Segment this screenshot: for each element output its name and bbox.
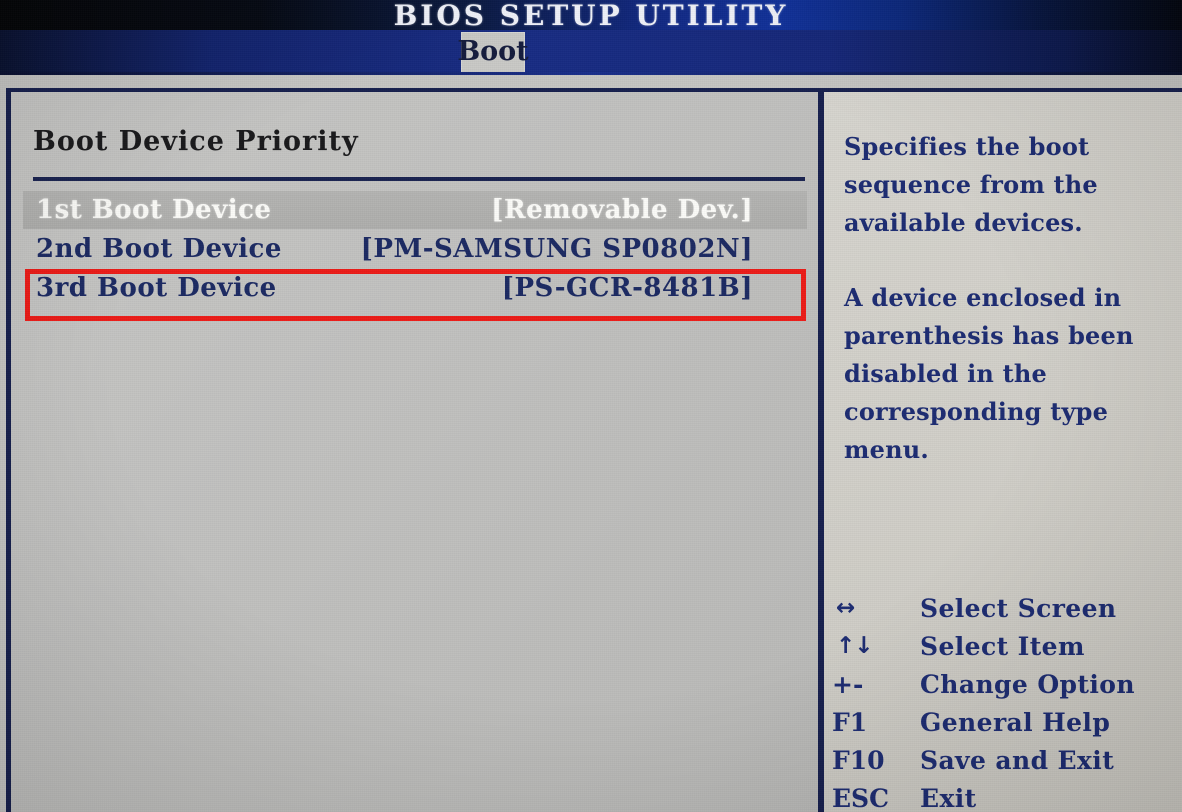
legend-item-general-help: F1 General Help: [824, 703, 1182, 741]
f1-key-label: F1: [832, 707, 868, 737]
left-right-arrow-icon: ↔: [836, 595, 855, 621]
boot-row-3rd-value[interactable]: [PS-GCR-8481B]: [502, 273, 753, 303]
f10-key-label: F10: [832, 745, 885, 775]
boot-row-3rd[interactable]: 3rd Boot Device [PS-GCR-8481B]: [23, 269, 807, 307]
help-panel: Specifies the boot sequence from the ava…: [824, 88, 1182, 812]
key-legend: ↔ Select Screen ↑↓ Select Item +- Change…: [824, 589, 1182, 812]
legend-label-exit: Exit: [920, 783, 977, 812]
legend-item-exit: ESC Exit: [824, 779, 1182, 812]
boot-row-3rd-label: 3rd Boot Device: [36, 273, 277, 303]
legend-label-change-option: Change Option: [920, 669, 1135, 699]
legend-label-save-and-exit: Save and Exit: [920, 745, 1115, 775]
section-title-divider: [33, 177, 805, 181]
boot-row-2nd-value[interactable]: [PM-SAMSUNG SP0802N]: [361, 234, 753, 264]
legend-label-general-help: General Help: [920, 707, 1111, 737]
legend-item-change-option: +- Change Option: [824, 665, 1182, 703]
tab-boot[interactable]: Boot: [457, 32, 529, 73]
boot-device-priority-panel: Boot Device Priority 1st Boot Device [Re…: [6, 88, 818, 812]
up-down-arrow-icon: ↑↓: [836, 633, 874, 659]
esc-key-label: ESC: [832, 783, 890, 812]
plus-minus-icon: +-: [832, 669, 864, 699]
legend-item-save-and-exit: F10 Save and Exit: [824, 741, 1182, 779]
boot-row-1st-label: 1st Boot Device: [36, 195, 272, 225]
body-area: Boot Device Priority 1st Boot Device [Re…: [0, 75, 1182, 812]
boot-row-2nd-label: 2nd Boot Device: [36, 234, 282, 264]
page-title: BIOS SETUP UTILITY: [393, 0, 789, 30]
boot-row-2nd[interactable]: 2nd Boot Device [PM-SAMSUNG SP0802N]: [23, 230, 807, 268]
bios-setup-screen: BIOS SETUP UTILITY Boot Boot Device Prio…: [0, 0, 1182, 812]
tabbar: Boot: [0, 30, 1182, 75]
legend-label-select-screen: Select Screen: [920, 593, 1117, 623]
boot-row-1st[interactable]: 1st Boot Device [Removable Dev.]: [23, 191, 807, 229]
titlebar: BIOS SETUP UTILITY: [0, 0, 1182, 30]
legend-item-select-item: ↑↓ Select Item: [824, 627, 1182, 665]
tab-boot-label: Boot: [457, 36, 529, 67]
legend-label-select-item: Select Item: [920, 631, 1085, 661]
help-paragraph-2: A device enclosed in parenthesis has bee…: [844, 283, 1134, 464]
help-paragraph-1: Specifies the boot sequence from the ava…: [844, 132, 1098, 237]
legend-item-select-screen: ↔ Select Screen: [824, 589, 1182, 627]
section-title: Boot Device Priority: [33, 126, 359, 157]
boot-row-1st-value[interactable]: [Removable Dev.]: [491, 195, 753, 225]
